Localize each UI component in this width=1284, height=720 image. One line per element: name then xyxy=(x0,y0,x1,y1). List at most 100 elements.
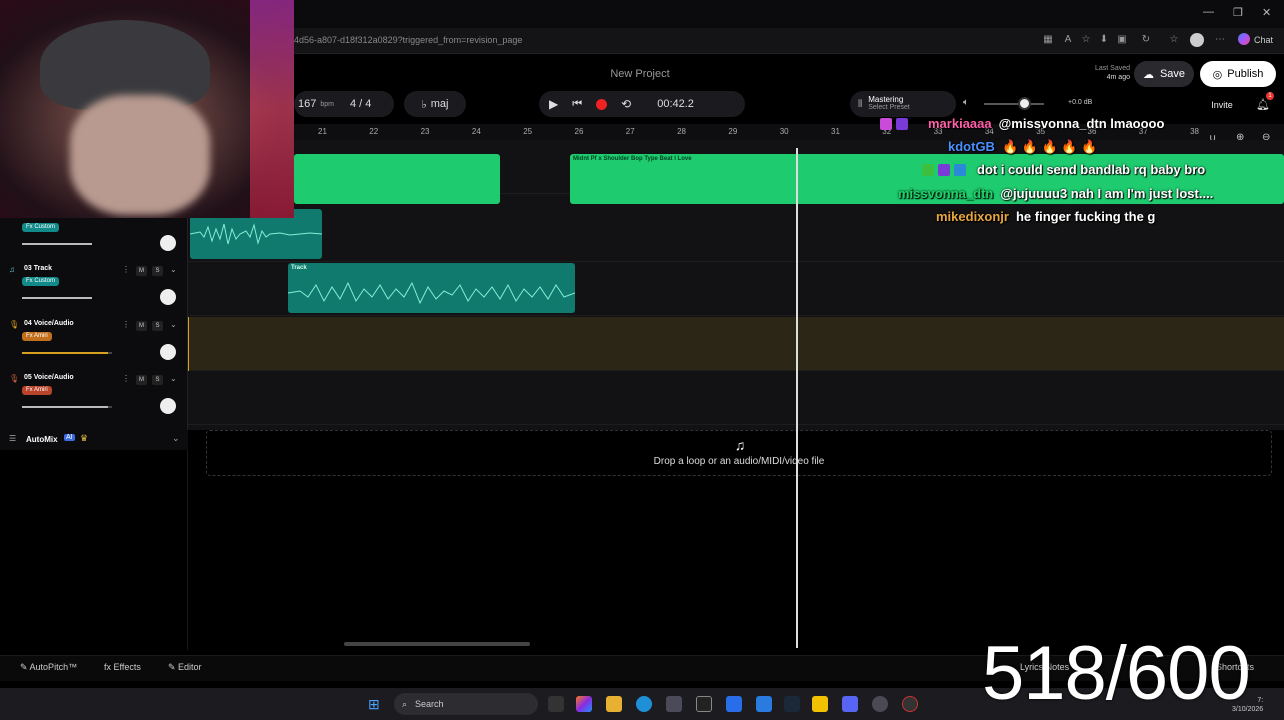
time-signature[interactable]: 4 / 4 xyxy=(350,98,371,110)
track-volume-fill xyxy=(22,406,108,408)
read-aloud-icon[interactable]: A xyxy=(1062,34,1074,46)
mic-icon: ♫ xyxy=(9,265,15,274)
pan-knob[interactable] xyxy=(160,398,176,414)
edge-icon[interactable] xyxy=(636,696,652,712)
favorite-icon[interactable]: ☆ xyxy=(1080,34,1092,46)
webcam-overlay xyxy=(0,0,294,218)
invite-button[interactable]: Invite xyxy=(1200,95,1244,115)
mute-button[interactable]: M xyxy=(136,375,147,385)
track-volume-slider[interactable] xyxy=(22,243,92,245)
speaker-icon[interactable]: 🔈︎ xyxy=(963,97,969,108)
goal-counter: 518/600 xyxy=(982,631,1251,716)
editor-button[interactable]: ✎ Editor xyxy=(168,662,202,673)
master-volume-slider[interactable] xyxy=(984,103,1044,105)
collections-icon[interactable]: ☆ xyxy=(1168,34,1180,46)
track-header[interactable]: 🎙︎ 05 Voice/Audio ⋮ M S ⌄ Fx Amiri xyxy=(0,371,188,425)
chevron-down-icon[interactable]: ⌄ xyxy=(170,374,177,383)
track-menu-icon[interactable]: ⋮ xyxy=(122,265,130,274)
last-saved-value: 4m ago xyxy=(1106,74,1130,81)
autopitch-button[interactable]: ✎ AutoPitch™ xyxy=(20,662,77,673)
install-app-icon[interactable]: ▦ xyxy=(1042,34,1054,46)
chat-message: mikedixonjr he finger fucking the g xyxy=(936,209,1155,224)
track-header[interactable]: 🎙︎ 04 Voice/Audio ⋮ M S ⌄ Fx Amiri xyxy=(0,317,188,371)
discord-icon[interactable] xyxy=(842,696,858,712)
track-name[interactable]: 04 Voice/Audio xyxy=(24,320,74,327)
track-volume-slider[interactable] xyxy=(22,406,112,408)
mail-icon[interactable] xyxy=(756,696,772,712)
fx-badge[interactable]: Fx Custom xyxy=(22,277,60,286)
chevron-down-icon[interactable]: ⌄ xyxy=(170,320,177,329)
effects-button[interactable]: fx Effects xyxy=(104,662,141,672)
task-view-icon[interactable] xyxy=(548,696,564,712)
led-lights xyxy=(250,0,294,218)
pan-knob[interactable] xyxy=(160,289,176,305)
app-icon[interactable] xyxy=(812,696,828,712)
automix-row[interactable]: ☰ AutoMix AI ♛ ⌄ xyxy=(0,430,188,450)
tempo-unit: bpm xyxy=(320,100,334,108)
copilot-icon[interactable] xyxy=(1238,33,1250,45)
mute-button[interactable]: M xyxy=(136,321,147,331)
record-icon[interactable] xyxy=(596,98,608,110)
minimize-button[interactable]: — xyxy=(1203,6,1214,18)
solo-button[interactable]: S xyxy=(152,375,163,385)
file-explorer-icon[interactable] xyxy=(606,696,622,712)
app-icon[interactable] xyxy=(902,696,918,712)
app-icon[interactable] xyxy=(696,696,712,712)
project-title[interactable]: New Project xyxy=(560,68,720,80)
master-volume-handle[interactable] xyxy=(1018,97,1031,110)
chevron-down-icon[interactable]: ⌄ xyxy=(170,265,177,274)
app-icon[interactable] xyxy=(726,696,742,712)
pencil-icon: ✎ xyxy=(168,662,179,672)
tempo-control[interactable]: 167 bpm 4 / 4 xyxy=(294,91,394,117)
publish-button[interactable]: ◎ Publish xyxy=(1200,61,1276,87)
url-text[interactable]: 4d56-a807-d18f312a0829?triggered_from=re… xyxy=(294,35,522,45)
loop-icon[interactable]: ⟲ xyxy=(621,97,631,111)
windows-start-icon[interactable]: ⊞ xyxy=(368,696,380,713)
track-lane[interactable] xyxy=(188,371,1284,425)
audio-clip[interactable]: Track xyxy=(288,263,575,313)
extensions-icon[interactable]: ⬇ xyxy=(1098,34,1110,46)
key-control[interactable]: ♭ maj xyxy=(404,91,466,117)
store-icon[interactable] xyxy=(666,696,682,712)
playhead[interactable] xyxy=(796,148,798,648)
more-menu-icon[interactable]: ⋯ xyxy=(1214,34,1226,46)
track-volume-slider[interactable] xyxy=(22,297,92,299)
sidebar-icon[interactable]: ▣ xyxy=(1116,34,1128,46)
solo-button[interactable]: S xyxy=(152,266,163,276)
clip-label: Midnt Pf x Shoulder Bop Type Beat I Love xyxy=(573,156,692,162)
skip-back-icon[interactable]: ⏮︎ xyxy=(572,98,582,111)
copilot-taskbar-icon[interactable] xyxy=(576,696,592,712)
mastering-control[interactable]: ⫴ Mastering Select Preset xyxy=(850,91,956,117)
chevron-down-icon[interactable]: ⌄ xyxy=(172,433,180,444)
track-header[interactable]: ♫ 03 Track ⋮ M S ⌄ Fx Custom xyxy=(0,262,188,316)
solo-button[interactable]: S xyxy=(152,321,163,331)
close-button[interactable]: ✕ xyxy=(1262,6,1271,19)
taskbar-search[interactable]: ⌕ Search xyxy=(394,693,538,715)
restore-button[interactable]: ❐ xyxy=(1233,6,1243,19)
chat-username: missvonna_dtn xyxy=(898,186,994,201)
save-button[interactable]: ☁ Save xyxy=(1134,61,1194,87)
play-icon[interactable]: ▶ xyxy=(549,97,558,111)
bell-icon[interactable]: 🔔︎ xyxy=(1256,98,1270,111)
chat-label[interactable]: Chat xyxy=(1254,35,1273,45)
horizontal-scrollbar[interactable] xyxy=(344,642,530,646)
audio-clip[interactable] xyxy=(294,154,500,204)
refresh-icon[interactable]: ↻ xyxy=(1140,34,1152,46)
track-volume-slider[interactable] xyxy=(22,352,112,354)
fx-badge[interactable]: Fx Amiri xyxy=(22,332,52,341)
steam-icon[interactable] xyxy=(784,696,800,712)
pan-knob[interactable] xyxy=(160,235,176,251)
track-name[interactable]: 03 Track xyxy=(24,265,52,272)
track-name[interactable]: 05 Voice/Audio xyxy=(24,374,74,381)
fx-badge[interactable]: Fx Custom xyxy=(22,223,60,232)
mute-button[interactable]: M xyxy=(136,266,147,276)
last-saved-status: Last Saved 4m ago xyxy=(1078,64,1130,82)
profile-avatar[interactable] xyxy=(1190,33,1204,47)
fx-badge[interactable]: Fx Amiri xyxy=(22,386,52,395)
settings-icon[interactable] xyxy=(872,696,888,712)
track-menu-icon[interactable]: ⋮ xyxy=(122,374,130,383)
track-lane-selected[interactable] xyxy=(188,317,1284,371)
last-saved-label: Last Saved xyxy=(1094,65,1130,72)
track-menu-icon[interactable]: ⋮ xyxy=(122,320,130,329)
pan-knob[interactable] xyxy=(160,344,176,360)
